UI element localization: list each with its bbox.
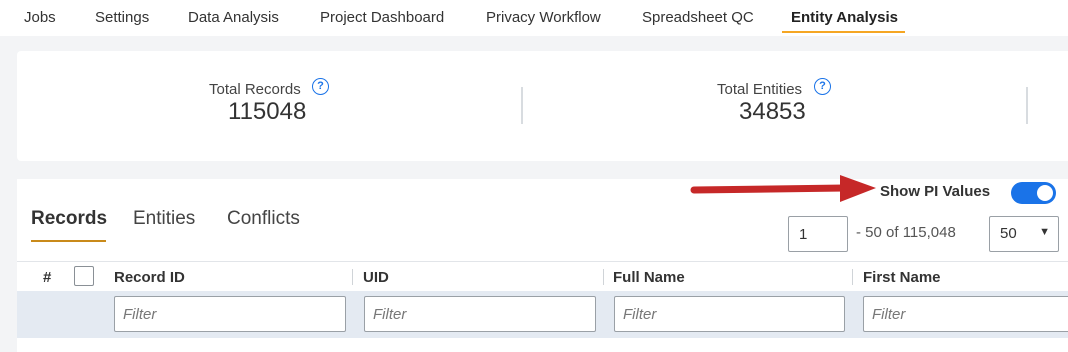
total-entities-label: Total Entities — [717, 81, 803, 98]
show-pi-label: Show PI Values — [880, 183, 991, 200]
filter-record-id-input[interactable] — [114, 296, 346, 332]
total-records-label: Total Records — [209, 81, 301, 98]
column-header-first-name[interactable]: First Name — [863, 269, 941, 286]
help-circle-icon[interactable]: ? — [814, 78, 831, 95]
stats-card: Total Records ? 115048 Total Entities ? … — [17, 51, 1068, 161]
column-header-uid[interactable]: UID — [363, 269, 389, 286]
filter-uid-input[interactable] — [364, 296, 596, 332]
nav-tab-settings[interactable]: Settings — [95, 9, 149, 26]
toggle-knob — [1037, 185, 1053, 201]
select-all-checkbox[interactable] — [74, 266, 94, 286]
subtab-records[interactable]: Records — [31, 208, 107, 230]
column-separator[interactable] — [852, 269, 853, 285]
top-nav: Jobs Settings Data Analysis Project Dash… — [0, 0, 1068, 36]
show-pi-toggle[interactable] — [1011, 182, 1056, 204]
row-number-header: # — [43, 269, 52, 286]
subtab-conflicts[interactable]: Conflicts — [227, 208, 300, 230]
column-separator[interactable] — [352, 269, 353, 285]
stats-divider — [521, 87, 523, 124]
grid-header: # Record ID UID Full Name First Name — [17, 261, 1068, 291]
nav-tab-data-analysis[interactable]: Data Analysis — [188, 9, 279, 26]
filter-full-name-input[interactable] — [614, 296, 845, 332]
nav-tab-jobs[interactable]: Jobs — [24, 9, 56, 26]
help-circle-icon[interactable]: ? — [312, 78, 329, 95]
nav-tab-privacy-workflow[interactable]: Privacy Workflow — [486, 9, 601, 26]
column-header-full-name[interactable]: Full Name — [613, 269, 685, 286]
active-tab-underline — [782, 31, 905, 33]
page-size-value: 50 — [1000, 225, 1017, 242]
subtab-underline — [31, 240, 106, 242]
subtab-entities[interactable]: Entities — [133, 208, 195, 230]
nav-tab-project-dashboard[interactable]: Project Dashboard — [320, 9, 444, 26]
page-number-input[interactable] — [788, 216, 848, 252]
nav-tab-spreadsheet-qc[interactable]: Spreadsheet QC — [642, 9, 754, 26]
total-entities-value: 34853 — [739, 98, 806, 125]
total-records-value: 115048 — [228, 98, 307, 125]
filter-row — [17, 291, 1068, 338]
stats-divider — [1026, 87, 1028, 124]
page-range-text: - 50 of 115,048 — [856, 224, 956, 241]
column-separator[interactable] — [603, 269, 604, 285]
nav-tab-entity-analysis[interactable]: Entity Analysis — [791, 9, 898, 26]
filter-first-name-input[interactable] — [863, 296, 1068, 332]
page-size-select[interactable]: 50 ▼ — [989, 216, 1059, 252]
chevron-down-icon: ▼ — [1039, 226, 1050, 238]
column-header-record-id[interactable]: Record ID — [114, 269, 185, 286]
annotation-arrow — [690, 175, 876, 202]
